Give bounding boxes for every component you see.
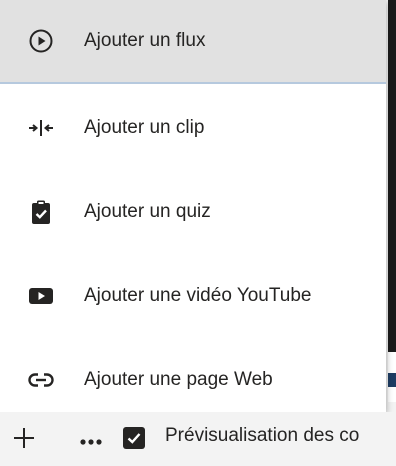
link-icon <box>28 367 54 393</box>
play-circle-icon <box>28 28 54 54</box>
menu-item-add-webpage[interactable]: Ajouter une page Web <box>0 338 386 422</box>
clip-icon <box>28 115 54 141</box>
menu-item-label: Ajouter un quiz <box>84 201 211 222</box>
menu-item-add-youtube[interactable]: Ajouter une vidéo YouTube <box>0 254 386 338</box>
menu-item-add-clip[interactable]: Ajouter un clip <box>0 86 386 170</box>
background-window-accent <box>388 373 396 387</box>
preview-checkbox[interactable] <box>123 427 145 449</box>
menu-item-label: Ajouter un clip <box>84 117 205 138</box>
menu-item-label: Ajouter un flux <box>84 30 206 51</box>
menu-item-add-quiz[interactable]: Ajouter un quiz <box>0 170 386 254</box>
menu-item-add-stream[interactable]: Ajouter un flux <box>0 0 386 84</box>
menu-item-label: Ajouter une page Web <box>84 369 273 390</box>
menu-item-label: Ajouter une vidéo YouTube <box>84 285 312 306</box>
ellipsis-icon[interactable] <box>80 433 102 445</box>
plus-icon[interactable] <box>12 426 36 450</box>
add-content-menu: Ajouter un flux Ajouter un clip Ajouter … <box>0 0 386 412</box>
background-window-edge <box>388 0 396 352</box>
bottom-toolbar: Prévisualisation des co <box>0 412 396 466</box>
youtube-icon <box>28 283 54 309</box>
clipboard-check-icon <box>28 199 54 225</box>
preview-label: Prévisualisation des co <box>165 425 360 446</box>
